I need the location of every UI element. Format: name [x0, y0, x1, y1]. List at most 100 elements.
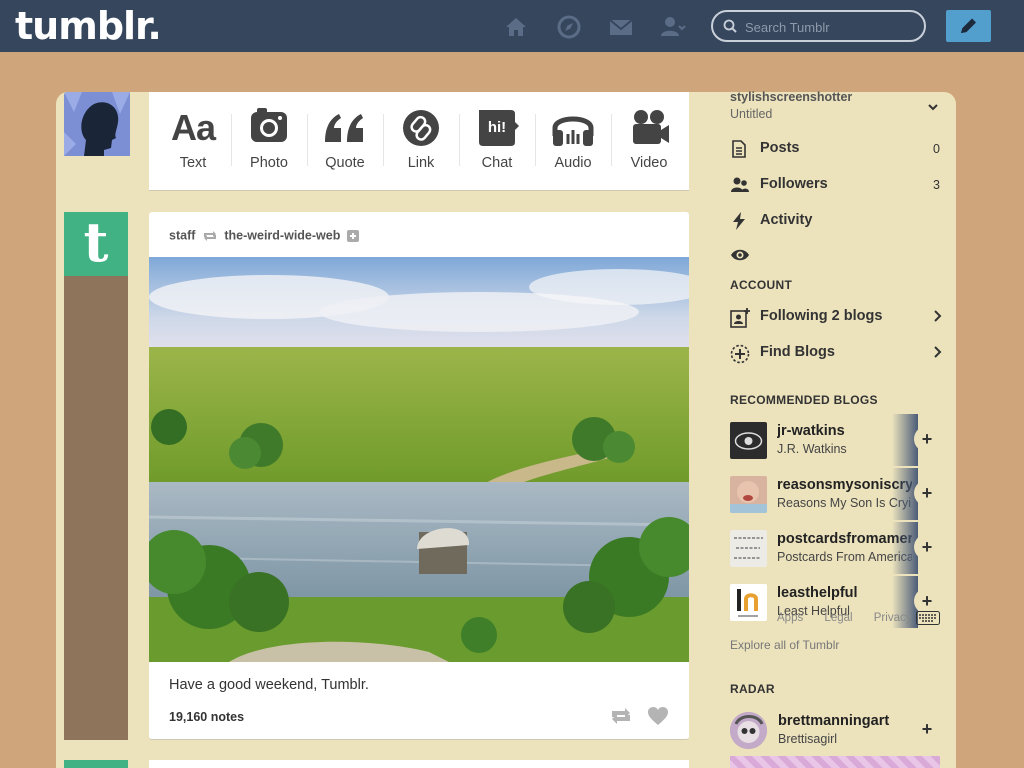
- followers-count: 3: [933, 178, 940, 192]
- post-author-column: [64, 212, 128, 740]
- text-icon: Aa: [170, 107, 216, 148]
- post-caption: Have a good weekend, Tumblr.: [169, 677, 369, 693]
- blog-avatar: [730, 584, 767, 621]
- radar-blog-name: brettmanningart: [778, 713, 890, 729]
- quote-icon: [325, 114, 363, 142]
- search-box[interactable]: [711, 10, 926, 42]
- footer-link-privacy[interactable]: Privacy: [874, 612, 912, 624]
- crying-baby-photo: [730, 476, 767, 513]
- footer-link-apps[interactable]: Apps: [777, 612, 803, 624]
- post-type-label: Photo: [250, 155, 288, 171]
- radar-heading: RADAR: [730, 682, 775, 696]
- posts-icon: [732, 140, 746, 158]
- staff-avatar-letter: t: [83, 210, 109, 274]
- sidebar-item-label: Posts: [760, 140, 800, 156]
- reblog-icon[interactable]: [609, 706, 633, 726]
- sidebar-item-label: Activity: [760, 212, 813, 228]
- sidebar-item-find-blogs[interactable]: Find Blogs: [730, 342, 942, 366]
- sidebar-item-following[interactable]: Following 2 blogs: [730, 306, 942, 330]
- post-type-label: Video: [630, 155, 668, 171]
- jr-watkins-logo-icon: [730, 422, 767, 459]
- top-navigation-bar: tumblr.: [0, 0, 1024, 52]
- chat-glyph: hi!: [487, 119, 507, 136]
- link-icon: [403, 110, 439, 146]
- camera-icon: [251, 108, 287, 142]
- follow-button[interactable]: +: [914, 426, 940, 452]
- follow-plus-icon[interactable]: [346, 229, 359, 242]
- explore-link[interactable]: Explore all of Tumblr: [730, 638, 839, 652]
- user-avatar[interactable]: [64, 92, 130, 156]
- search-icon: [723, 19, 737, 33]
- follow-button[interactable]: +: [914, 480, 940, 506]
- chevron-down-icon[interactable]: [927, 101, 939, 113]
- sidebar-item-activity[interactable]: Activity: [730, 210, 942, 234]
- post-type-bar: Aa Text Photo Quote Link hi! Chat Audio …: [149, 92, 689, 191]
- post-type-photo[interactable]: Photo: [231, 92, 307, 190]
- avatar-silhouette-icon: [64, 92, 130, 156]
- sidebar-item-eye[interactable]: [730, 246, 942, 270]
- staff-avatar[interactable]: t: [64, 212, 128, 276]
- inbox-icon[interactable]: [608, 14, 634, 40]
- pencil-icon: [961, 18, 976, 33]
- radar-blog-title: Brettisagirl: [778, 732, 838, 746]
- post-type-link[interactable]: Link: [383, 92, 459, 190]
- account-heading: ACCOUNT: [730, 278, 793, 292]
- post-type-label: Audio: [554, 155, 592, 171]
- footer-links: Apps Legal Privacy: [777, 612, 929, 624]
- post-author-link[interactable]: staff: [169, 229, 195, 243]
- account-icon[interactable]: [660, 14, 686, 40]
- post-header: staff the-weird-wide-web: [169, 228, 359, 243]
- post-type-chat[interactable]: hi! Chat: [459, 92, 535, 190]
- post-type-label: Text: [179, 155, 207, 171]
- postcards-logo-icon: [730, 530, 767, 567]
- sidebar-item-label: Following 2 blogs: [760, 308, 883, 324]
- recommended-blog[interactable]: jr-watkins J.R. Watkins +: [730, 414, 940, 466]
- post-notes-count[interactable]: 19,160 notes: [169, 710, 244, 724]
- sidebar-username[interactable]: stylishscreenshotter: [730, 90, 852, 104]
- follow-button[interactable]: +: [914, 534, 940, 560]
- chevron-right-icon: [934, 310, 942, 322]
- blog-avatar: [730, 530, 767, 567]
- sidebar-item-label: Find Blogs: [760, 344, 835, 360]
- chevron-right-icon: [934, 346, 942, 358]
- find-blogs-icon: [730, 344, 750, 364]
- blog-avatar: [730, 422, 767, 459]
- video-camera-icon: [633, 110, 669, 144]
- radar-post-image[interactable]: [730, 756, 940, 768]
- search-input[interactable]: [745, 18, 915, 36]
- post-type-audio[interactable]: Audio: [535, 92, 611, 190]
- sidebar-item-posts[interactable]: Posts 0: [730, 138, 942, 162]
- followers-icon: [731, 177, 749, 192]
- post-type-label: Link: [407, 155, 435, 171]
- reblogged-from-link[interactable]: the-weird-wide-web: [224, 229, 340, 243]
- post-photo[interactable]: [149, 257, 689, 662]
- leasthelpful-logo-icon: [730, 584, 767, 621]
- radar-avatar: [730, 712, 767, 749]
- recommended-blog[interactable]: reasonsmysoniscrying Reasons My Son Is C…: [730, 468, 940, 520]
- sidebar-item-followers[interactable]: Followers 3: [730, 174, 942, 198]
- landscape-photo: [149, 257, 689, 662]
- keyboard-shortcuts-icon[interactable]: [916, 611, 940, 625]
- post-type-label: Quote: [325, 155, 365, 171]
- next-post-card: [149, 760, 689, 768]
- post-type-quote[interactable]: Quote: [307, 92, 383, 190]
- next-post-avatar[interactable]: [64, 760, 128, 768]
- activity-icon: [733, 212, 745, 230]
- tumblr-logo[interactable]: tumblr.: [15, 4, 162, 48]
- explore-icon[interactable]: [556, 14, 582, 40]
- heart-icon[interactable]: [647, 706, 669, 726]
- post-type-text[interactable]: Aa Text: [155, 92, 231, 190]
- footer-link-legal[interactable]: Legal: [824, 612, 852, 624]
- radar-blog[interactable]: brettmanningart Brettisagirl +: [730, 712, 942, 752]
- eye-icon: [731, 249, 749, 261]
- home-icon[interactable]: [503, 14, 529, 40]
- follow-button[interactable]: +: [914, 716, 940, 742]
- post-type-video[interactable]: Video: [611, 92, 687, 190]
- blog-avatar: [730, 476, 767, 513]
- recommended-blog[interactable]: postcardsfromamerica Postcards From Amer…: [730, 522, 940, 574]
- sidebar-item-label: Followers: [760, 176, 828, 192]
- sidebar-blog-title[interactable]: Untitled: [730, 107, 772, 121]
- compose-button[interactable]: [946, 10, 991, 42]
- posts-count: 0: [933, 142, 940, 156]
- reblog-small-icon: [203, 230, 216, 241]
